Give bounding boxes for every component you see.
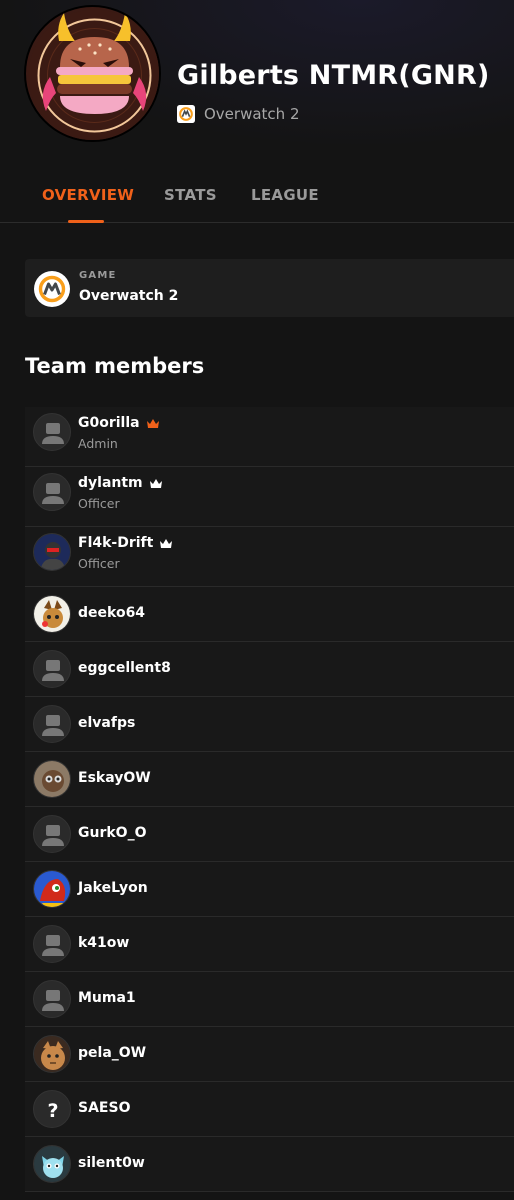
game-card[interactable]: GAME Overwatch 2 — [25, 259, 514, 317]
user-avatar — [33, 1035, 71, 1073]
team-logo — [24, 5, 161, 142]
member-name: dylantm — [78, 475, 143, 491]
active-tab-indicator — [68, 220, 104, 223]
member-role: Officer — [78, 496, 120, 511]
members-list: G0orilla Admin dylantm Officer Fl4k-Drif… — [25, 407, 514, 1192]
default-avatar-icon — [33, 815, 71, 853]
list-item[interactable]: Muma1 — [25, 972, 514, 1027]
default-avatar-icon — [33, 980, 71, 1018]
default-avatar-icon — [33, 413, 71, 451]
list-item[interactable]: pela_OW — [25, 1027, 514, 1082]
default-avatar-icon — [33, 925, 71, 963]
member-name: Muma1 — [78, 990, 136, 1006]
list-item[interactable]: ? SAESO — [25, 1082, 514, 1137]
list-item[interactable]: elvafps — [25, 697, 514, 752]
team-game-row: Overwatch 2 — [177, 104, 300, 124]
team-name: Gilberts NTMR(GNR) — [177, 60, 490, 91]
list-item[interactable]: JakeLyon — [25, 862, 514, 917]
list-item[interactable]: deeko64 — [25, 587, 514, 642]
crown-icon — [149, 478, 162, 488]
default-avatar-icon — [33, 650, 71, 688]
game-card-value: Overwatch 2 — [79, 288, 179, 304]
tab-overview[interactable]: OVERVIEW — [42, 186, 134, 204]
svg-text:?: ? — [47, 1100, 58, 1122]
user-avatar — [33, 870, 71, 908]
member-name: G0orilla — [78, 415, 140, 431]
member-name: GurkO_O — [78, 825, 147, 841]
member-name: SAESO — [78, 1100, 131, 1116]
crown-icon — [160, 538, 173, 548]
list-item[interactable]: GurkO_O — [25, 807, 514, 862]
member-name: silent0w — [78, 1155, 145, 1171]
overwatch-icon — [34, 271, 70, 307]
tab-bar: OVERVIEW STATS LEAGUE — [0, 176, 514, 223]
member-name: EskayOW — [78, 770, 151, 786]
member-name: JakeLyon — [78, 880, 148, 896]
tab-league[interactable]: LEAGUE — [251, 186, 319, 204]
member-name: pela_OW — [78, 1045, 147, 1061]
overwatch-icon — [177, 105, 195, 123]
list-item[interactable]: silent0w — [25, 1137, 514, 1192]
member-role: Officer — [78, 556, 120, 571]
list-item[interactable]: dylantm Officer — [25, 467, 514, 527]
member-name: k41ow — [78, 935, 130, 951]
member-name: eggcellent8 — [78, 660, 171, 676]
user-avatar — [33, 595, 71, 633]
member-role: Admin — [78, 436, 118, 451]
crown-icon — [146, 418, 159, 428]
user-avatar — [33, 1145, 71, 1183]
list-item[interactable]: G0orilla Admin — [25, 407, 514, 467]
team-members-title: Team members — [25, 354, 205, 378]
default-avatar-icon — [33, 473, 71, 511]
tab-stats[interactable]: STATS — [164, 186, 217, 204]
user-avatar — [33, 533, 71, 571]
member-name: Fl4k-Drift — [78, 535, 154, 551]
user-avatar — [33, 760, 71, 798]
member-name: deeko64 — [78, 605, 146, 621]
list-item[interactable]: Fl4k-Drift Officer — [25, 527, 514, 587]
default-avatar-icon — [33, 705, 71, 743]
question-mark-icon: ? — [33, 1090, 71, 1128]
list-item[interactable]: k41ow — [25, 917, 514, 972]
team-game-label: Overwatch 2 — [204, 105, 300, 123]
list-item[interactable]: eggcellent8 — [25, 642, 514, 697]
member-name: elvafps — [78, 715, 136, 731]
game-card-label: GAME — [79, 270, 117, 281]
list-item[interactable]: EskayOW — [25, 752, 514, 807]
